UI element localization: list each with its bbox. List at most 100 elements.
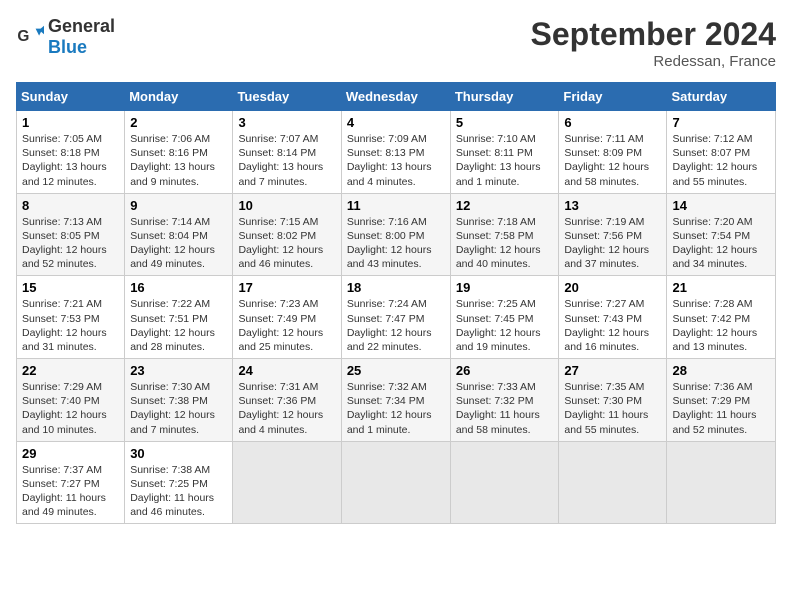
calendar-cell — [450, 441, 559, 524]
calendar-cell: 12Sunrise: 7:18 AMSunset: 7:58 PMDayligh… — [450, 193, 559, 276]
day-number: 8 — [22, 198, 119, 213]
week-row-2: 8 Sunrise: 7:13 AMSunset: 8:05 PMDaylight… — [17, 193, 776, 276]
weekday-header-monday: Monday — [125, 83, 233, 111]
day-info: Sunrise: 7:23 AMSunset: 7:49 PMDaylight:… — [238, 297, 335, 354]
location-subtitle: Redessan, France — [531, 53, 776, 70]
day-number: 18 — [347, 280, 445, 295]
calendar-cell: 15 Sunrise: 7:21 AMSunset: 7:53 PMDayligh… — [17, 276, 125, 359]
day-number: 23 — [130, 363, 227, 378]
calendar-cell: 8 Sunrise: 7:13 AMSunset: 8:05 PMDaylight… — [17, 193, 125, 276]
day-number: 3 — [238, 115, 335, 130]
day-number: 1 — [22, 115, 119, 130]
day-number: 28 — [672, 363, 770, 378]
day-number: 19 — [456, 280, 554, 295]
day-info: Sunrise: 7:06 AMSunset: 8:16 PMDaylight:… — [130, 132, 227, 189]
day-info: Sunrise: 7:30 AMSunset: 7:38 PMDaylight:… — [130, 380, 227, 437]
day-number: 5 — [456, 115, 554, 130]
calendar-cell: 7 Sunrise: 7:12 AMSunset: 8:07 PMDaylight… — [667, 111, 776, 194]
calendar-cell: 2 Sunrise: 7:06 AMSunset: 8:16 PMDaylight… — [125, 111, 233, 194]
day-info: Sunrise: 7:19 AMSunset: 7:56 PMDaylight:… — [564, 215, 661, 272]
day-info: Sunrise: 7:37 AMSunset: 7:27 PMDaylight:… — [22, 463, 119, 520]
calendar-cell: 27 Sunrise: 7:35 AMSunset: 7:30 PMDayligh… — [559, 359, 667, 442]
week-row-4: 22 Sunrise: 7:29 AMSunset: 7:40 PMDayligh… — [17, 359, 776, 442]
calendar-cell: 26Sunrise: 7:33 AMSunset: 7:32 PMDayligh… — [450, 359, 559, 442]
day-number: 21 — [672, 280, 770, 295]
day-info: Sunrise: 7:13 AMSunset: 8:05 PMDaylight:… — [22, 215, 119, 272]
calendar-cell: 19Sunrise: 7:25 AMSunset: 7:45 PMDayligh… — [450, 276, 559, 359]
day-info: Sunrise: 7:35 AMSunset: 7:30 PMDaylight:… — [564, 380, 661, 437]
calendar-cell: 30Sunrise: 7:38 AMSunset: 7:25 PMDayligh… — [125, 441, 233, 524]
calendar-cell — [341, 441, 450, 524]
calendar-cell: 17 Sunrise: 7:23 AMSunset: 7:49 PMDayligh… — [233, 276, 341, 359]
logo-general: General — [48, 16, 115, 36]
day-info: Sunrise: 7:10 AMSunset: 8:11 PMDaylight:… — [456, 132, 554, 189]
day-info: Sunrise: 7:36 AMSunset: 7:29 PMDaylight:… — [672, 380, 770, 437]
calendar-cell: 23 Sunrise: 7:30 AMSunset: 7:38 PMDayligh… — [125, 359, 233, 442]
calendar-cell: 24Sunrise: 7:31 AMSunset: 7:36 PMDayligh… — [233, 359, 341, 442]
day-info: Sunrise: 7:16 AMSunset: 8:00 PMDaylight:… — [347, 215, 445, 272]
day-number: 27 — [564, 363, 661, 378]
calendar-cell: 29 Sunrise: 7:37 AMSunset: 7:27 PMDayligh… — [17, 441, 125, 524]
day-number: 30 — [130, 446, 227, 461]
day-number: 15 — [22, 280, 119, 295]
day-number: 16 — [130, 280, 227, 295]
calendar-cell: 1 Sunrise: 7:05 AMSunset: 8:18 PMDaylight… — [17, 111, 125, 194]
logo-blue: Blue — [48, 37, 87, 57]
calendar-cell: 11 Sunrise: 7:16 AMSunset: 8:00 PMDayligh… — [341, 193, 450, 276]
day-number: 17 — [238, 280, 335, 295]
calendar-cell: 21 Sunrise: 7:28 AMSunset: 7:42 PMDayligh… — [667, 276, 776, 359]
calendar-cell: 16 Sunrise: 7:22 AMSunset: 7:51 PMDayligh… — [125, 276, 233, 359]
day-number: 12 — [456, 198, 554, 213]
day-info: Sunrise: 7:11 AMSunset: 8:09 PMDaylight:… — [564, 132, 661, 189]
day-info: Sunrise: 7:07 AMSunset: 8:14 PMDaylight:… — [238, 132, 335, 189]
weekday-header-row: SundayMondayTuesdayWednesdayThursdayFrid… — [17, 83, 776, 111]
calendar-cell — [667, 441, 776, 524]
day-info: Sunrise: 7:21 AMSunset: 7:53 PMDaylight:… — [22, 297, 119, 354]
calendar-cell: 13 Sunrise: 7:19 AMSunset: 7:56 PMDayligh… — [559, 193, 667, 276]
logo: G General Blue — [16, 16, 115, 58]
calendar-cell: 6 Sunrise: 7:11 AMSunset: 8:09 PMDaylight… — [559, 111, 667, 194]
week-row-1: 1 Sunrise: 7:05 AMSunset: 8:18 PMDaylight… — [17, 111, 776, 194]
calendar-table: SundayMondayTuesdayWednesdayThursdayFrid… — [16, 82, 776, 524]
day-info: Sunrise: 7:15 AMSunset: 8:02 PMDaylight:… — [238, 215, 335, 272]
day-number: 20 — [564, 280, 661, 295]
day-info: Sunrise: 7:32 AMSunset: 7:34 PMDaylight:… — [347, 380, 445, 437]
weekday-header-sunday: Sunday — [17, 83, 125, 111]
weekday-header-tuesday: Tuesday — [233, 83, 341, 111]
day-info: Sunrise: 7:12 AMSunset: 8:07 PMDaylight:… — [672, 132, 770, 189]
calendar-cell: 5 Sunrise: 7:10 AMSunset: 8:11 PMDaylight… — [450, 111, 559, 194]
calendar-cell: 25Sunrise: 7:32 AMSunset: 7:34 PMDayligh… — [341, 359, 450, 442]
day-number: 22 — [22, 363, 119, 378]
calendar-cell: 3 Sunrise: 7:07 AMSunset: 8:14 PMDaylight… — [233, 111, 341, 194]
day-number: 13 — [564, 198, 661, 213]
day-number: 29 — [22, 446, 119, 461]
calendar-cell: 9Sunrise: 7:14 AMSunset: 8:04 PMDaylight… — [125, 193, 233, 276]
weekday-header-thursday: Thursday — [450, 83, 559, 111]
day-info: Sunrise: 7:28 AMSunset: 7:42 PMDaylight:… — [672, 297, 770, 354]
day-number: 14 — [672, 198, 770, 213]
month-title: September 2024 — [531, 16, 776, 53]
day-info: Sunrise: 7:14 AMSunset: 8:04 PMDaylight:… — [130, 215, 227, 272]
calendar-cell: 14Sunrise: 7:20 AMSunset: 7:54 PMDayligh… — [667, 193, 776, 276]
title-area: September 2024 Redessan, France — [531, 16, 776, 70]
day-number: 6 — [564, 115, 661, 130]
day-info: Sunrise: 7:05 AMSunset: 8:18 PMDaylight:… — [22, 132, 119, 189]
day-number: 2 — [130, 115, 227, 130]
svg-text:G: G — [17, 28, 29, 45]
day-number: 26 — [456, 363, 554, 378]
calendar-cell: 10 Sunrise: 7:15 AMSunset: 8:02 PMDayligh… — [233, 193, 341, 276]
day-number: 7 — [672, 115, 770, 130]
calendar-cell: 20 Sunrise: 7:27 AMSunset: 7:43 PMDayligh… — [559, 276, 667, 359]
week-row-5: 29 Sunrise: 7:37 AMSunset: 7:27 PMDayligh… — [17, 441, 776, 524]
day-info: Sunrise: 7:22 AMSunset: 7:51 PMDaylight:… — [130, 297, 227, 354]
calendar-cell: 28 Sunrise: 7:36 AMSunset: 7:29 PMDayligh… — [667, 359, 776, 442]
day-info: Sunrise: 7:09 AMSunset: 8:13 PMDaylight:… — [347, 132, 445, 189]
weekday-header-saturday: Saturday — [667, 83, 776, 111]
logo-text: General Blue — [48, 16, 115, 58]
week-row-3: 15 Sunrise: 7:21 AMSunset: 7:53 PMDayligh… — [17, 276, 776, 359]
logo-icon: G — [16, 23, 44, 51]
day-info: Sunrise: 7:27 AMSunset: 7:43 PMDaylight:… — [564, 297, 661, 354]
day-number: 11 — [347, 198, 445, 213]
day-info: Sunrise: 7:29 AMSunset: 7:40 PMDaylight:… — [22, 380, 119, 437]
day-number: 10 — [238, 198, 335, 213]
